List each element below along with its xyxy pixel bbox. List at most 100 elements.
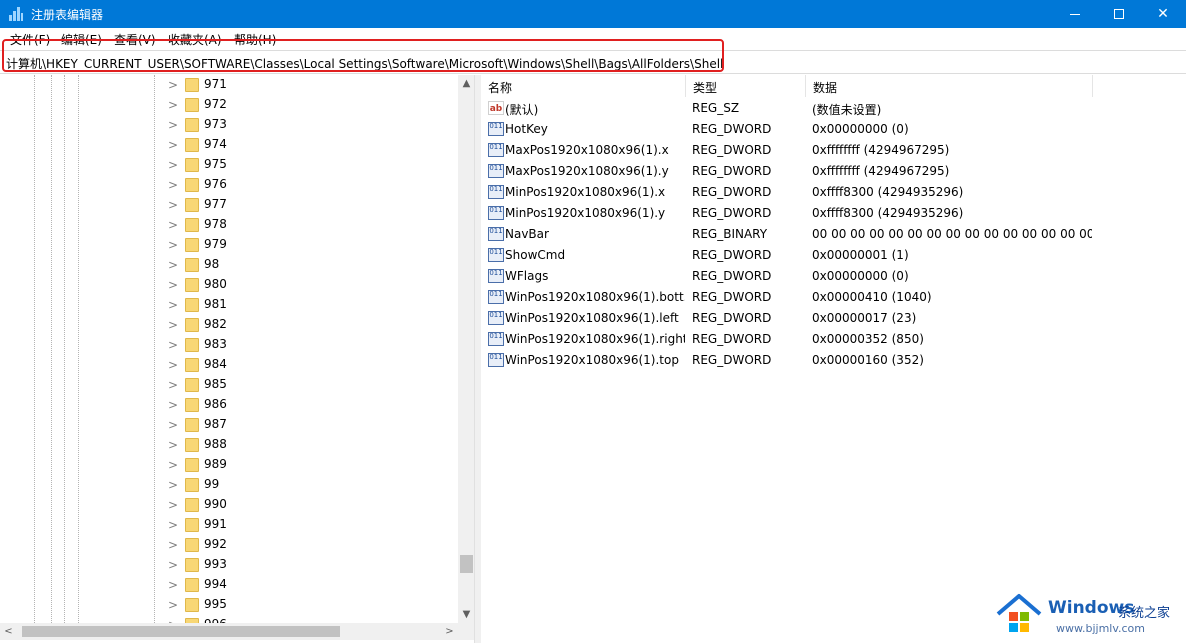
value-row[interactable]: 011 HotKey REG_DWORD 0x00000000 (0) bbox=[481, 119, 1186, 140]
tree-item[interactable]: >986 bbox=[0, 395, 458, 415]
value-row[interactable]: ab (默认) REG_SZ (数值未设置) bbox=[481, 98, 1186, 119]
tree-item[interactable]: >981 bbox=[0, 295, 458, 315]
expand-chevron-icon[interactable]: > bbox=[167, 458, 179, 472]
expand-chevron-icon[interactable]: > bbox=[167, 178, 179, 192]
tree-item[interactable]: >994 bbox=[0, 575, 458, 595]
tree-item[interactable]: >988 bbox=[0, 435, 458, 455]
folder-icon bbox=[185, 518, 199, 532]
expand-chevron-icon[interactable]: > bbox=[167, 338, 179, 352]
scroll-down-icon[interactable]: ▼ bbox=[458, 606, 474, 623]
tree-item[interactable]: >973 bbox=[0, 115, 458, 135]
scroll-right-icon[interactable]: > bbox=[441, 623, 458, 640]
tree-item[interactable]: >990 bbox=[0, 495, 458, 515]
expand-chevron-icon[interactable]: > bbox=[167, 398, 179, 412]
tree-item[interactable]: >971 bbox=[0, 75, 458, 95]
folder-icon bbox=[185, 218, 199, 232]
expand-chevron-icon[interactable]: > bbox=[167, 358, 179, 372]
value-type: REG_DWORD bbox=[692, 122, 772, 136]
expand-chevron-icon[interactable]: > bbox=[167, 118, 179, 132]
value-row[interactable]: 011 MaxPos1920x1080x96(1).y REG_DWORD 0xfff… bbox=[481, 161, 1186, 182]
value-data: 0xffff8300 (4294935296) bbox=[812, 185, 964, 199]
folder-icon bbox=[185, 258, 199, 272]
tree-item[interactable]: >975 bbox=[0, 155, 458, 175]
expand-chevron-icon[interactable]: > bbox=[167, 318, 179, 332]
value-row[interactable]: 011 NavBar REG_BINARY 00 00 00 00 00 00 00 … bbox=[481, 224, 1186, 245]
expand-chevron-icon[interactable]: > bbox=[167, 538, 179, 552]
expand-chevron-icon[interactable]: > bbox=[167, 198, 179, 212]
folder-icon bbox=[185, 598, 199, 612]
minimize-button[interactable] bbox=[1052, 0, 1098, 28]
column-header-type[interactable]: 类型 bbox=[686, 75, 806, 97]
tree-item[interactable]: >984 bbox=[0, 355, 458, 375]
tree-item[interactable]: >987 bbox=[0, 415, 458, 435]
expand-chevron-icon[interactable]: > bbox=[167, 498, 179, 512]
tree-item-label: 973 bbox=[204, 117, 227, 131]
value-type: REG_DWORD bbox=[692, 248, 772, 262]
tree-item[interactable]: >99 bbox=[0, 475, 458, 495]
tree-item[interactable]: >982 bbox=[0, 315, 458, 335]
tree-item[interactable]: >972 bbox=[0, 95, 458, 115]
value-row[interactable]: 011 ShowCmd REG_DWORD 0x00000001 (1) bbox=[481, 245, 1186, 266]
tree-item[interactable]: >989 bbox=[0, 455, 458, 475]
maximize-button[interactable] bbox=[1096, 0, 1142, 28]
close-button[interactable]: ✕ bbox=[1140, 0, 1186, 28]
tree-item-label: 972 bbox=[204, 97, 227, 111]
tree-item[interactable]: >992 bbox=[0, 535, 458, 555]
expand-chevron-icon[interactable]: > bbox=[167, 558, 179, 572]
tree-item[interactable]: >995 bbox=[0, 595, 458, 615]
tree-item-label: 984 bbox=[204, 357, 227, 371]
column-header-data[interactable]: 数据 bbox=[806, 75, 1093, 97]
tree-item[interactable]: >993 bbox=[0, 555, 458, 575]
expand-chevron-icon[interactable]: > bbox=[167, 258, 179, 272]
tree-item[interactable]: >985 bbox=[0, 375, 458, 395]
expand-chevron-icon[interactable]: > bbox=[167, 278, 179, 292]
tree-item-label: 976 bbox=[204, 177, 227, 191]
expand-chevron-icon[interactable]: > bbox=[167, 598, 179, 612]
value-row[interactable]: 011 MinPos1920x1080x96(1).y REG_DWORD 0xfff… bbox=[481, 203, 1186, 224]
expand-chevron-icon[interactable]: > bbox=[167, 138, 179, 152]
value-data: (数值未设置) bbox=[812, 103, 882, 117]
expand-chevron-icon[interactable]: > bbox=[167, 158, 179, 172]
expand-chevron-icon[interactable]: > bbox=[167, 378, 179, 392]
value-row[interactable]: 011 WinPos1920x1080x96(1).right REG_DWORD 0… bbox=[481, 329, 1186, 350]
expand-chevron-icon[interactable]: > bbox=[167, 478, 179, 492]
scroll-up-icon[interactable]: ▲ bbox=[458, 75, 474, 92]
expand-chevron-icon[interactable]: > bbox=[167, 298, 179, 312]
value-row[interactable]: 011 WinPos1920x1080x96(1).top REG_DWORD 0x0… bbox=[481, 350, 1186, 371]
tree-item[interactable]: >983 bbox=[0, 335, 458, 355]
tree-item[interactable]: >979 bbox=[0, 235, 458, 255]
tree-item[interactable]: >991 bbox=[0, 515, 458, 535]
value-type: REG_DWORD bbox=[692, 353, 772, 367]
tree-item[interactable]: >976 bbox=[0, 175, 458, 195]
tree-item-label: 993 bbox=[204, 557, 227, 571]
value-row[interactable]: 011 WinPos1920x1080x96(1).left REG_DWORD 0x… bbox=[481, 308, 1186, 329]
expand-chevron-icon[interactable]: > bbox=[167, 238, 179, 252]
expand-chevron-icon[interactable]: > bbox=[167, 98, 179, 112]
tree-horizontal-scrollbar[interactable]: < > bbox=[0, 623, 458, 640]
expand-chevron-icon[interactable]: > bbox=[167, 78, 179, 92]
tree-item[interactable]: >980 bbox=[0, 275, 458, 295]
value-row[interactable]: 011 MinPos1920x1080x96(1).x REG_DWORD 0xfff… bbox=[481, 182, 1186, 203]
tree-vertical-scrollbar[interactable]: ▲ ▼ bbox=[458, 75, 474, 623]
tree-horizontal-scroll-thumb[interactable] bbox=[22, 626, 340, 637]
value-row[interactable]: 011 WFlags REG_DWORD 0x00000000 (0) bbox=[481, 266, 1186, 287]
value-row[interactable]: 011 MaxPos1920x1080x96(1).x REG_DWORD 0xfff… bbox=[481, 140, 1186, 161]
folder-icon bbox=[185, 198, 199, 212]
tree-item[interactable]: >98 bbox=[0, 255, 458, 275]
folder-icon bbox=[185, 398, 199, 412]
tree-item[interactable]: >974 bbox=[0, 135, 458, 155]
expand-chevron-icon[interactable]: > bbox=[167, 218, 179, 232]
tree-item[interactable]: >978 bbox=[0, 215, 458, 235]
value-type: REG_SZ bbox=[692, 101, 740, 115]
column-header-name[interactable]: 名称 bbox=[481, 75, 686, 97]
expand-chevron-icon[interactable]: > bbox=[167, 418, 179, 432]
tree-vertical-scroll-thumb[interactable] bbox=[460, 555, 473, 573]
value-row[interactable]: 011 WinPos1920x1080x96(1).bott... REG_DWOR… bbox=[481, 287, 1186, 308]
scroll-left-icon[interactable]: < bbox=[0, 623, 17, 640]
tree-item-label: 981 bbox=[204, 297, 227, 311]
minimize-icon bbox=[1070, 13, 1080, 15]
expand-chevron-icon[interactable]: > bbox=[167, 518, 179, 532]
expand-chevron-icon[interactable]: > bbox=[167, 438, 179, 452]
tree-item[interactable]: >977 bbox=[0, 195, 458, 215]
expand-chevron-icon[interactable]: > bbox=[167, 578, 179, 592]
